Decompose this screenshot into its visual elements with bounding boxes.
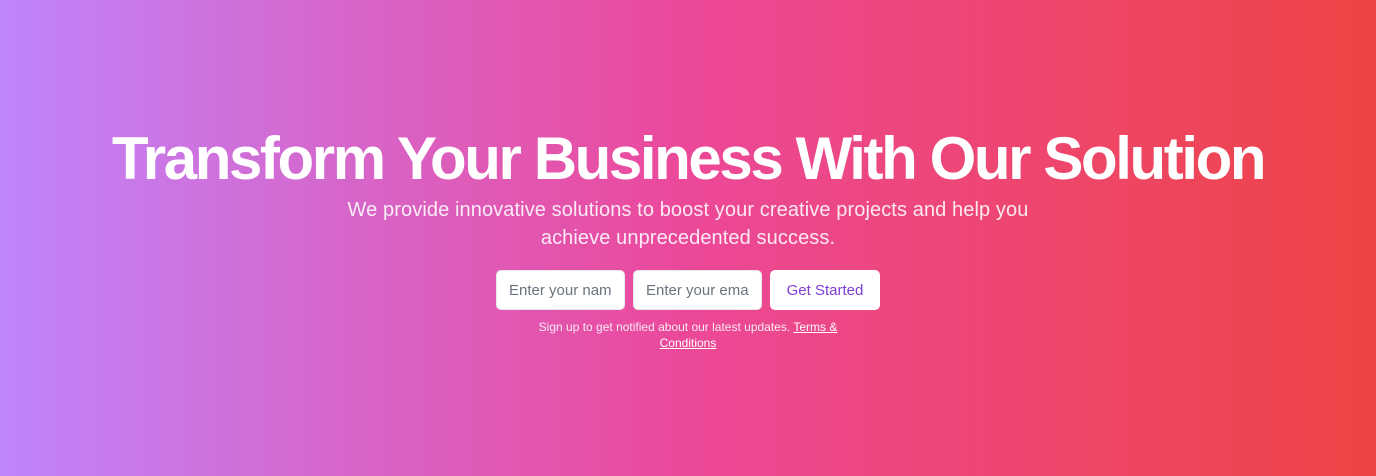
signup-note-text: Sign up to get notified about our latest… [538,320,791,334]
hero-content: Transform Your Business With Our Solutio… [0,128,1376,351]
email-input[interactable] [633,270,762,310]
hero-subtitle: We provide innovative solutions to boost… [347,199,1029,249]
hero-title: Transform Your Business With Our Solutio… [111,125,1267,192]
name-input[interactable] [496,270,625,310]
hero-section: Transform Your Business With Our Solutio… [0,0,1376,476]
get-started-button[interactable]: Get Started [770,270,880,310]
signup-note: Sign up to get notified about our latest… [523,319,853,351]
signup-form: Get Started [0,270,1376,310]
